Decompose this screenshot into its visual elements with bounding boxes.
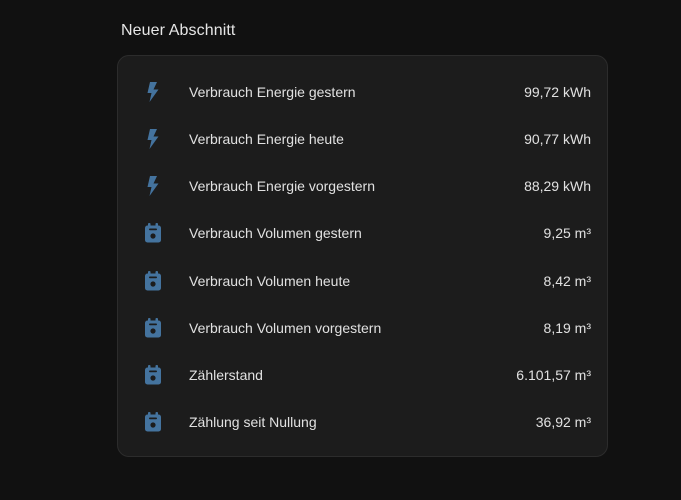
entity-name: Verbrauch Volumen vorgestern [189, 319, 382, 336]
entity-value: 36,92 m³ [535, 414, 591, 431]
meter-icon [142, 270, 164, 292]
entity-value: 99,72 kWh [524, 83, 591, 100]
entities-card: Verbrauch Energie gestern 99,72 kWh Verb… [117, 55, 608, 457]
entity-name: Verbrauch Volumen gestern [189, 225, 362, 242]
entity-value: 8,42 m³ [543, 272, 591, 289]
entity-name: Verbrauch Energie vorgestern [189, 178, 375, 195]
flash-icon [142, 81, 164, 103]
entity-row[interactable]: Verbrauch Energie gestern 99,72 kWh [118, 68, 607, 115]
entity-row[interactable]: Verbrauch Volumen vorgestern 8,19 m³ [118, 304, 607, 351]
entity-row[interactable]: Verbrauch Volumen gestern 9,25 m³ [118, 210, 607, 257]
entity-value: 88,29 kWh [524, 178, 591, 195]
flash-icon [142, 128, 164, 150]
entity-name: Verbrauch Energie heute [189, 130, 344, 147]
entity-name: Zählung seit Nullung [189, 414, 317, 431]
entity-value: 90,77 kWh [524, 130, 591, 147]
entity-value: 8,19 m³ [543, 319, 591, 336]
entity-value: 9,25 m³ [543, 225, 591, 242]
entity-row[interactable]: Verbrauch Energie vorgestern 88,29 kWh [118, 163, 607, 210]
entity-row[interactable]: Verbrauch Energie heute 90,77 kWh [118, 115, 607, 162]
entity-row[interactable]: Zählung seit Nullung 36,92 m³ [118, 399, 607, 446]
meter-icon [142, 411, 164, 433]
meter-icon [142, 364, 164, 386]
flash-icon [142, 175, 164, 197]
meter-icon [142, 317, 164, 339]
entity-name: Verbrauch Energie gestern [189, 83, 356, 100]
entity-name: Zählerstand [189, 367, 263, 384]
meter-icon [142, 222, 164, 244]
section-title: Neuer Abschnitt [121, 22, 236, 39]
entity-value: 6.101,57 m³ [516, 367, 591, 384]
entity-row[interactable]: Zählerstand 6.101,57 m³ [118, 352, 607, 399]
entity-row[interactable]: Verbrauch Volumen heute 8,42 m³ [118, 257, 607, 304]
entity-name: Verbrauch Volumen heute [189, 272, 351, 289]
